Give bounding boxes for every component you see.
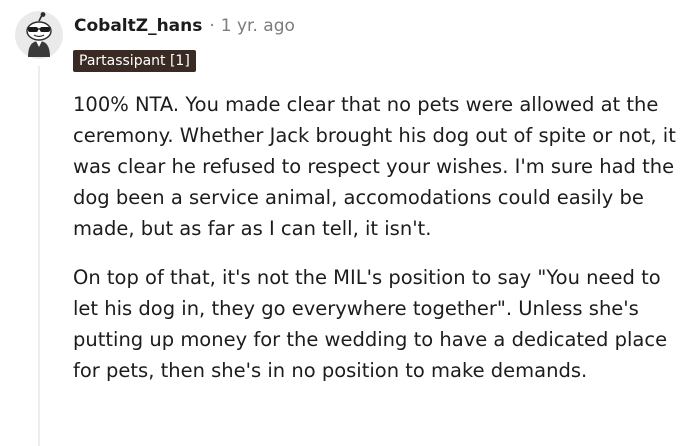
user-flair: Partassipant [1] <box>73 50 196 72</box>
meta-separator: · <box>209 16 215 36</box>
comment-paragraph: On top of that, it's not the MIL's posit… <box>73 266 668 382</box>
username-link[interactable]: CobaltZ_hans <box>74 16 202 36</box>
comment-header: CobaltZ_hans · 1 yr. ago <box>74 13 295 39</box>
timestamp[interactable]: 1 yr. ago <box>221 16 295 36</box>
snoo-avatar-with-sunglasses-icon[interactable] <box>14 10 64 60</box>
comment: CobaltZ_hans · 1 yr. ago Partassipant [1… <box>0 0 700 446</box>
thread-line[interactable] <box>38 66 40 446</box>
comment-body: 100% NTA. You made clear that no pets we… <box>73 89 687 404</box>
comment-paragraph: 100% NTA. You made clear that no pets we… <box>73 93 676 240</box>
